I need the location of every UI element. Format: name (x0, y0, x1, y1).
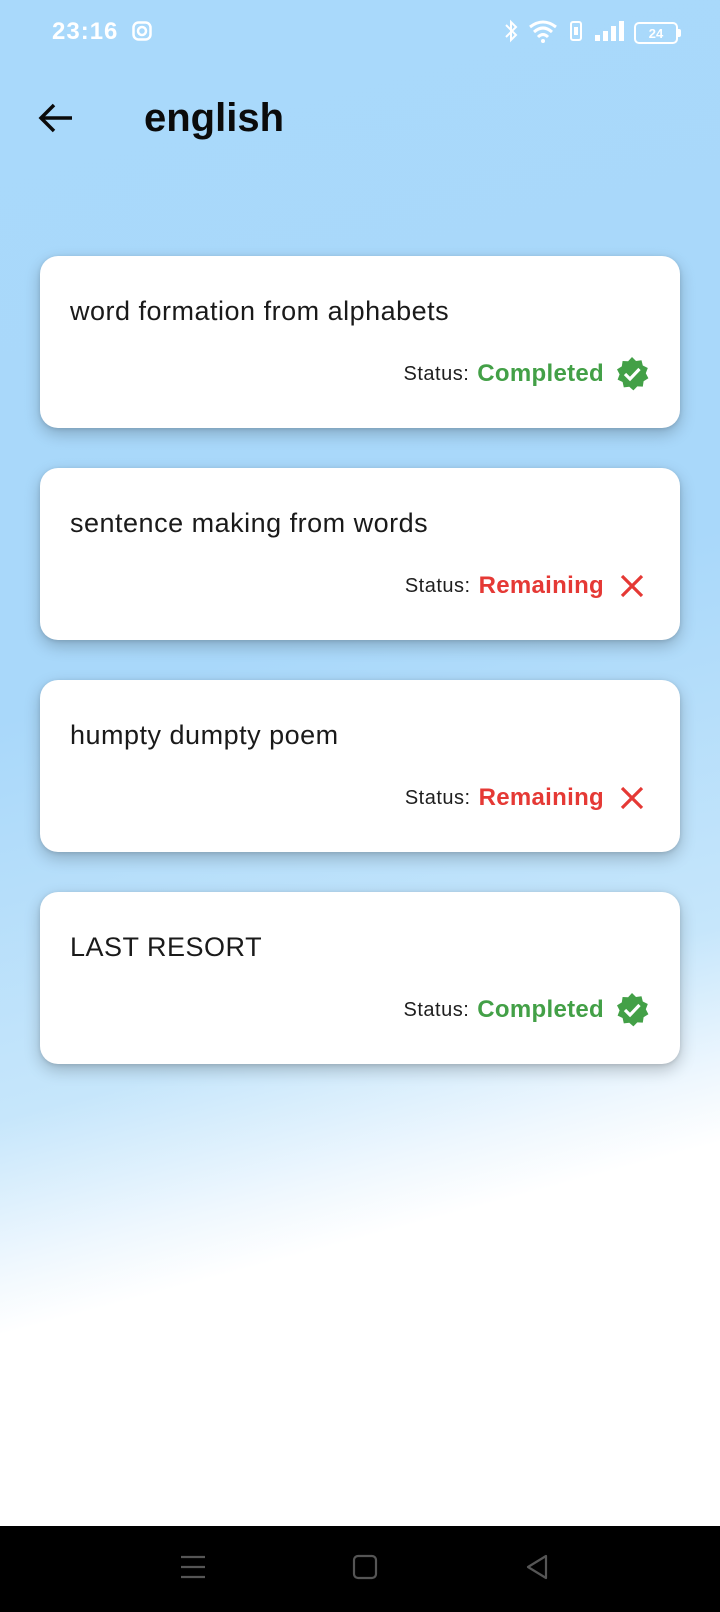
status-value: Remaining (478, 572, 604, 599)
close-x-icon (614, 568, 650, 604)
lesson-list: word formation from alphabets Status: Co… (40, 256, 680, 1104)
verified-check-icon (614, 992, 650, 1028)
status-label: Status: (404, 574, 471, 597)
status-label: Status: (404, 786, 471, 809)
close-x-icon (614, 780, 650, 816)
recent-apps-button[interactable] (170, 1546, 216, 1592)
status-value: Completed (477, 996, 604, 1023)
status-value: Completed (477, 360, 604, 387)
battery-icon: 24 (634, 22, 681, 44)
lesson-title: word formation from alphabets (70, 296, 450, 326)
system-nav-bar (0, 1526, 720, 1612)
status-icons: 24 (504, 16, 681, 50)
lesson-status: Status: Completed (404, 356, 650, 392)
bluetooth-icon (504, 19, 518, 48)
arrow-left-icon (38, 102, 74, 139)
status-time: 23:16 (52, 18, 119, 45)
vibrate-icon (568, 19, 584, 48)
lesson-card[interactable]: LAST RESORT Status: Completed (40, 892, 680, 1064)
lesson-status: Status: Remaining (405, 568, 650, 604)
status-bar: 23:16 24 (0, 0, 720, 66)
battery-level: 24 (648, 25, 664, 41)
back-triangle-icon (524, 1553, 550, 1586)
lesson-card[interactable]: word formation from alphabets Status: Co… (40, 256, 680, 428)
status-value: Remaining (478, 784, 604, 811)
lesson-title: humpty dumpty poem (70, 720, 339, 750)
lesson-title: LAST RESORT (70, 932, 263, 962)
lesson-card[interactable]: humpty dumpty poem Status: Remaining (40, 680, 680, 852)
status-label: Status: (403, 362, 470, 385)
wifi-icon (528, 19, 558, 48)
lesson-card[interactable]: sentence making from words Status: Remai… (40, 468, 680, 640)
back-nav-button[interactable] (514, 1546, 560, 1592)
verified-check-icon (614, 356, 650, 392)
lesson-title: sentence making from words (70, 508, 429, 538)
signal-icon (594, 19, 624, 48)
lesson-status: Status: Completed (404, 992, 650, 1028)
app-bar: english (0, 78, 720, 162)
back-button[interactable] (26, 90, 86, 150)
home-square-icon (352, 1554, 378, 1585)
menu-icon (179, 1554, 207, 1585)
status-label: Status: (403, 998, 470, 1021)
instagram-icon (132, 21, 152, 41)
page-title: english (144, 96, 285, 140)
lesson-status: Status: Remaining (405, 780, 650, 816)
home-button[interactable] (342, 1546, 388, 1592)
